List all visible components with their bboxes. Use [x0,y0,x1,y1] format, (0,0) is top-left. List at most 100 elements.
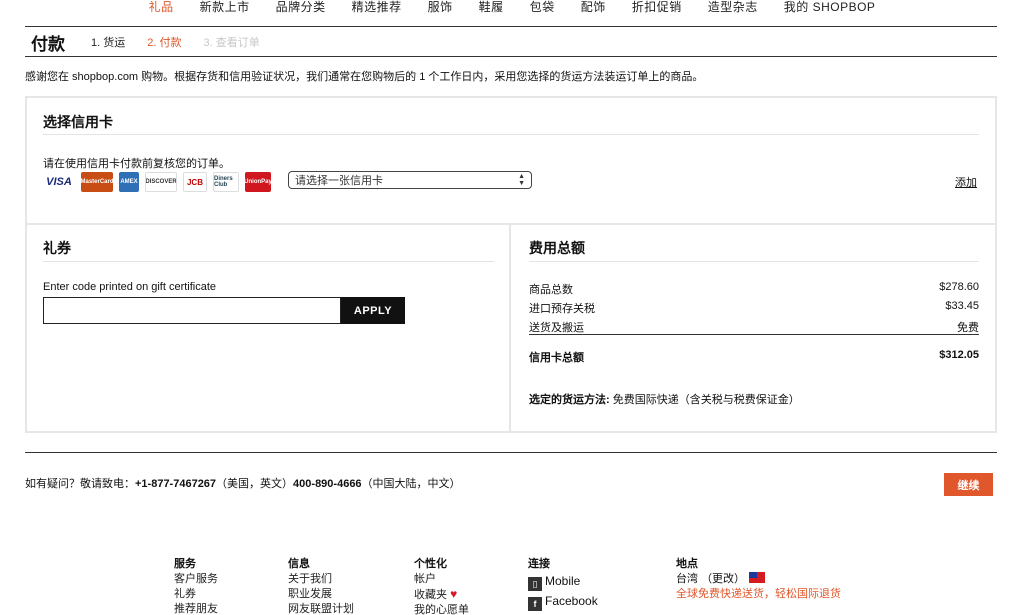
shipping-promo: 全球免费快递送货，轻松国际退货 [676,588,841,600]
help-divider [25,452,997,453]
nav-item-5[interactable]: 鞋履 [466,0,517,26]
gift-title: 礼券 [43,240,71,256]
accepted-cards: VISA MasterCard AMEX DISCOVER JCB Diners… [43,172,271,192]
discover-icon: DISCOVER [145,172,177,192]
footer-heading: 信息 [288,558,310,570]
location-change-link[interactable]: （更改） [701,573,745,585]
summary-value: 免费 [957,322,979,334]
shipping-method: 选定的货运方法: 免费国际快递（含关税与税费保证金） [529,391,800,407]
nav-item-4[interactable]: 服饰 [415,0,466,26]
unionpay-icon: UnionPay [245,172,271,192]
taiwan-flag-icon [749,572,766,583]
nav-item-10[interactable]: 我的 SHOPBOP [771,0,889,26]
summary-title: 费用总额 [529,240,585,256]
phone-us-region: （美国，英文） [216,478,294,490]
help-prefix: 如有疑问？敬请致电： [25,478,135,490]
facebook-icon: f [528,597,542,611]
nav-item-0[interactable]: 礼品 [136,0,187,26]
footer-heading: 地点 [676,558,698,570]
credit-card-select-value: 请选择一张信用卡 [295,175,383,187]
summary-value: $278.60 [939,281,979,293]
nav-item-9[interactable]: 造型杂志 [695,0,771,26]
facebook-label: Facebook [545,594,598,608]
mobile-icon: ▯ [528,577,542,591]
location-row: 台湾 （更改） [676,572,841,587]
gift-certificate-section: 礼券 Enter code printed on gift certificat… [27,225,511,431]
credit-card-note: 请在使用信用卡付款前复核您的订单。 [43,158,230,170]
footer-link-about[interactable]: 关于我们 [288,572,354,587]
nav-item-8[interactable]: 折扣促销 [619,0,695,26]
checkout-header: 付款 1. 货运 2. 付款 3. 查看订单 [25,28,997,56]
phone-cn-region: （中国大陆，中文） [361,478,461,490]
nav-item-7[interactable]: 配饰 [568,0,619,26]
add-card-link[interactable]: 添加 [955,174,977,190]
nav-item-6[interactable]: 包袋 [517,0,568,26]
page-title: 付款 [31,34,65,54]
section-divider [529,261,979,262]
footer-link-gift-card[interactable]: 礼券 [174,587,218,602]
footer-link-careers[interactable]: 职业发展 [288,587,354,602]
top-nav: 礼品 新款上市 品牌分类 精选推荐 服饰 鞋履 包袋 配饰 折扣促销 造型杂志 我的 SHOPBOP [0,0,1024,26]
diners-club-icon: Diners Club [213,172,239,192]
footer-heading: 个性化 [414,558,447,570]
footer-service: 服务 客户服务 礼券 推荐朋友 [174,557,218,615]
continue-button[interactable]: 继续 [944,473,993,496]
footer-link-affiliates[interactable]: 网友联盟计划 [288,602,354,615]
footer-location: 地点 台湾 （更改） 全球免费快递送货，轻松国际退货 [676,557,841,602]
footer-link-account[interactable]: 帐户 [414,572,469,587]
phone-cn: 400-890-4666 [293,478,362,490]
footer-heading: 连接 [528,558,550,570]
amex-icon: AMEX [119,172,139,192]
nav-divider [25,26,997,27]
help-text: 如有疑问？敬请致电：+1-877-7467267（美国，英文）400-890-4… [25,475,461,491]
summary-label: 送货及搬运 [529,322,584,334]
payment-box: 选择信用卡 请在使用信用卡付款前复核您的订单。 VISA MasterCard … [25,96,997,433]
total-divider [529,334,979,335]
footer-info: 信息 关于我们 职业发展 网友联盟计划 [288,557,354,615]
order-summary-section: 费用总额 商品总数 $278.60 进口预存关税 $33.45 送货及搬运 免费… [513,225,995,431]
summary-row: 商品总数 $278.60 [529,281,979,297]
phone-us: +1-877-7467267 [135,478,217,490]
footer-link-facebook[interactable]: f Facebook [528,592,598,612]
credit-card-title: 选择信用卡 [43,114,113,130]
footer-link-favorites[interactable]: 收藏夹 ♥ [414,587,469,603]
credit-card-select[interactable]: 请选择一张信用卡 ▲ ▼ [288,171,532,189]
summary-label: 进口预存关税 [529,303,595,315]
summary-total-row: 信用卡总额 $312.05 [529,349,979,365]
gift-code-input[interactable] [43,297,341,324]
footer-personal: 个性化 帐户 收藏夹 ♥ 我的心愿单 [414,557,469,615]
intro-text: 感谢您在 shopbop.com 购物。根据存货和信用验证状况，我们通常在您购物… [25,71,704,83]
apply-button[interactable]: APPLY [341,297,405,324]
footer-connect: 连接 ▯ Mobile f Facebook [528,557,598,612]
mobile-label: Mobile [545,574,581,588]
nav-item-3[interactable]: 精选推荐 [339,0,415,26]
summary-label: 商品总数 [529,284,573,296]
select-arrows-icon: ▲ ▼ [518,173,525,187]
total-value: $312.05 [939,349,979,361]
heart-icon: ♥ [450,587,458,601]
footer-link-wishlist[interactable]: 我的心愿单 [414,603,469,615]
nav-item-2[interactable]: 品牌分类 [263,0,339,26]
step-review: 3. 查看订单 [203,37,260,49]
shipping-method-label: 选定的货运方法: [529,394,610,406]
footer-link-favorites-label: 收藏夹 [414,589,447,601]
summary-value: $33.45 [945,300,979,312]
footer-link-refer-friend[interactable]: 推荐朋友 [174,602,218,615]
jcb-icon: JCB [183,172,207,192]
summary-row: 进口预存关税 $33.45 [529,300,979,316]
credit-card-section: 选择信用卡 请在使用信用卡付款前复核您的订单。 VISA MasterCard … [27,98,995,225]
footer-heading: 服务 [174,558,196,570]
step-payment: 2. 付款 [147,37,182,49]
nav-item-1[interactable]: 新款上市 [187,0,263,26]
step-shipping[interactable]: 1. 货运 [91,34,125,50]
mastercard-icon: MasterCard [81,172,113,192]
footer-link-mobile[interactable]: ▯ Mobile [528,572,598,592]
footer-link-customer-service[interactable]: 客户服务 [174,572,218,587]
summary-row: 送货及搬运 免费 [529,319,979,335]
header-divider [25,56,997,57]
section-divider [43,261,494,262]
location-region: 台湾 [676,573,698,585]
gift-code-label: Enter code printed on gift certificate [43,281,217,293]
total-label: 信用卡总额 [529,352,584,364]
shipping-method-value: 免费国际快递（含关税与税费保证金） [609,394,800,406]
